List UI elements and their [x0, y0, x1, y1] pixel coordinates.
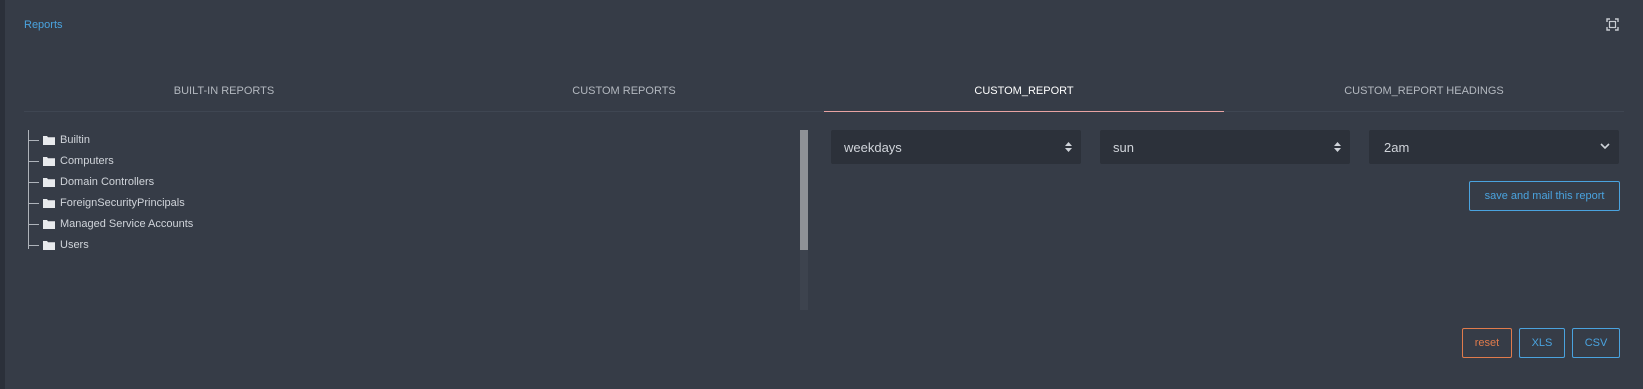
scrollbar-thumb[interactable]	[800, 130, 808, 250]
tree-item-label: Domain Controllers	[60, 176, 155, 188]
tree-item-computers[interactable]: Computers	[28, 151, 114, 171]
ou-tree: Builtin Computers Domain Controllers For…	[24, 130, 784, 310]
frequency-value: weekdays	[844, 139, 902, 155]
select-arrow-icon	[1334, 142, 1341, 152]
report-tabs: BUILT-IN REPORTS CUSTOM REPORTS CUSTOM_R…	[24, 80, 1624, 112]
folder-icon	[43, 199, 55, 208]
tree-scrollbar[interactable]	[800, 130, 808, 310]
folder-icon	[43, 178, 55, 187]
tab-custom-report[interactable]: CUSTOM_REPORT	[824, 80, 1224, 112]
tree-item-label: Managed Service Accounts	[60, 218, 194, 230]
xls-export-button[interactable]: XLS	[1519, 328, 1565, 358]
folder-icon	[43, 136, 55, 145]
save-and-mail-button[interactable]: save and mail this report	[1469, 181, 1620, 211]
tree-item-foreign-security-principals[interactable]: ForeignSecurityPrincipals	[28, 193, 185, 213]
folder-icon	[43, 157, 55, 166]
day-select[interactable]: sun	[1100, 130, 1350, 164]
tab-custom-report-headings[interactable]: CUSTOM_REPORT HEADINGS	[1224, 80, 1624, 111]
tree-item-builtin[interactable]: Builtin	[28, 130, 90, 150]
tree-item-label: ForeignSecurityPrincipals	[60, 197, 185, 209]
folder-icon	[43, 241, 55, 250]
expand-icon[interactable]	[1606, 18, 1619, 31]
tree-item-managed-service-accounts[interactable]: Managed Service Accounts	[28, 214, 193, 234]
chevron-down-icon	[1600, 143, 1610, 150]
reset-button[interactable]: reset	[1462, 328, 1512, 358]
frequency-select[interactable]: weekdays	[831, 130, 1081, 164]
time-value: 2am	[1384, 139, 1410, 155]
tree-item-users[interactable]: Users	[28, 235, 89, 255]
tree-item-label: Builtin	[60, 134, 90, 146]
day-value: sun	[1113, 139, 1134, 155]
select-arrow-icon	[1065, 142, 1072, 152]
csv-export-button[interactable]: CSV	[1572, 328, 1620, 358]
tab-custom-reports[interactable]: CUSTOM REPORTS	[424, 80, 824, 111]
reports-panel: Reports BUILT-IN REPORTS CUSTOM REPORTS …	[5, 0, 1643, 389]
tree-item-label: Users	[60, 239, 89, 251]
tab-built-in-reports[interactable]: BUILT-IN REPORTS	[24, 80, 424, 111]
time-select[interactable]: 2am	[1369, 130, 1619, 164]
breadcrumb[interactable]: Reports	[24, 19, 63, 31]
folder-icon	[43, 220, 55, 229]
tree-item-domain-controllers[interactable]: Domain Controllers	[28, 172, 154, 192]
tree-item-label: Computers	[60, 155, 114, 167]
